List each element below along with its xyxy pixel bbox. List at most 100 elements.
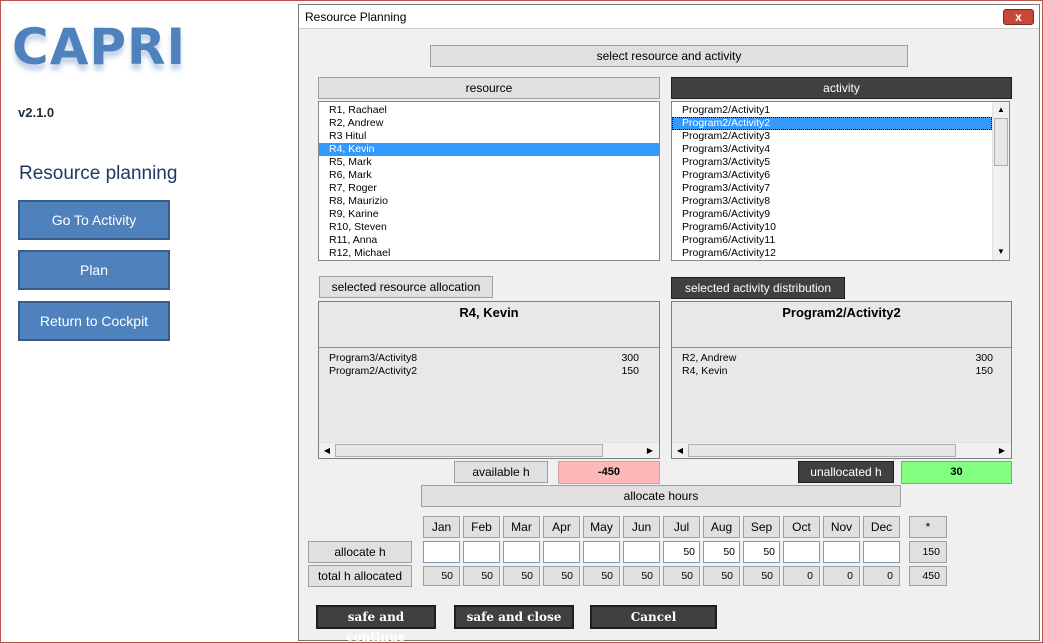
activity-list-item[interactable]: Program3/Activity8: [672, 195, 992, 208]
scroll-right-icon[interactable]: ▶: [643, 444, 657, 458]
scroll-left-icon[interactable]: ◀: [320, 444, 334, 458]
list-item: R2, Andrew: [682, 352, 737, 364]
allocate-input[interactable]: 50: [663, 541, 700, 563]
resource-allocation-hscrollbar[interactable]: ◀ ▶: [319, 442, 659, 458]
capri-logo: CAPRI: [12, 18, 187, 76]
resource-list-item[interactable]: R10, Steven: [319, 221, 659, 234]
resource-list-item[interactable]: R2, Andrew: [319, 117, 659, 130]
scroll-down-icon[interactable]: ▼: [994, 245, 1008, 259]
activity-list-item[interactable]: Program3/Activity6: [672, 169, 992, 182]
activity-list-item[interactable]: Program6/Activity12: [672, 247, 992, 260]
dialog-titlebar: Resource Planning x: [299, 5, 1039, 29]
total-allocated-cell: 0: [823, 566, 860, 586]
total-allocated-cell: 50: [423, 566, 460, 586]
total-allocated-cell: 0: [783, 566, 820, 586]
resource-list-item[interactable]: R7, Roger: [319, 182, 659, 195]
resource-list-item[interactable]: R3 Hitul: [319, 130, 659, 143]
activity-header: activity: [671, 77, 1012, 99]
resource-list-item[interactable]: R12, Michael: [319, 247, 659, 260]
safe-and-close-button[interactable]: safe and close: [454, 605, 574, 629]
total-allocated-cell: 50: [503, 566, 540, 586]
resource-header: resource: [318, 77, 660, 99]
activity-list-item[interactable]: Program2/Activity2: [672, 117, 992, 130]
total-allocated-cell: 50: [743, 566, 780, 586]
allocate-h-label: allocate h: [308, 541, 412, 563]
activity-distribution-panel: Program2/Activity2 R2, Andrew 300 R4, Ke…: [671, 301, 1012, 459]
resource-listbox[interactable]: R1, Rachael R2, Andrew R3 Hitul R4, Kevin R5…: [318, 101, 660, 261]
available-hours-label: available h: [454, 461, 548, 483]
month-header: Jul: [663, 516, 700, 538]
allocate-input[interactable]: [583, 541, 620, 563]
allocate-input[interactable]: [823, 541, 860, 563]
page-title: Resource planning: [19, 163, 178, 184]
activity-list-item[interactable]: Program3/Activity5: [672, 156, 992, 169]
scroll-thumb[interactable]: [335, 444, 603, 457]
total-allocated-cell: 50: [463, 566, 500, 586]
activity-list-item[interactable]: Program6/Activity11: [672, 234, 992, 247]
total-allocated-cell: 50: [543, 566, 580, 586]
month-header: Dec: [863, 516, 900, 538]
dialog-title: Resource Planning: [305, 10, 407, 24]
month-header: Aug: [703, 516, 740, 538]
activity-list-item[interactable]: Program6/Activity9: [672, 208, 992, 221]
select-resource-activity-header: select resource and activity: [430, 45, 908, 67]
selected-resource-name: R4, Kevin: [319, 302, 659, 348]
month-header: May: [583, 516, 620, 538]
safe-and-continue-button[interactable]: safe and continue: [316, 605, 436, 643]
scroll-thumb[interactable]: [688, 444, 956, 457]
allocate-input[interactable]: [503, 541, 540, 563]
total-allocated-cell: 0: [863, 566, 900, 586]
resource-allocation-panel: R4, Kevin Program3/Activity8 300 Program…: [318, 301, 660, 459]
month-header: Jun: [623, 516, 660, 538]
version-label: v2.1.0: [18, 105, 55, 120]
available-hours-value: -450: [558, 461, 660, 484]
activity-listbox[interactable]: Program2/Activity1 Program2/Activity2 Prog…: [671, 101, 1010, 261]
allocate-input[interactable]: 50: [743, 541, 780, 563]
resource-list-item[interactable]: R6, Mark: [319, 169, 659, 182]
resource-list-item[interactable]: R8, Maurizio: [319, 195, 659, 208]
scroll-right-icon[interactable]: ▶: [995, 444, 1009, 458]
list-item: Program2/Activity2: [329, 365, 418, 377]
activity-list-item[interactable]: Program3/Activity7: [672, 182, 992, 195]
total-allocated-cell: 50: [583, 566, 620, 586]
resource-list-item[interactable]: R4, Kevin: [319, 143, 659, 156]
allocation-hours: 150: [621, 365, 639, 377]
activity-list-item[interactable]: Program2/Activity1: [672, 104, 992, 117]
allocate-input[interactable]: [423, 541, 460, 563]
allocate-input[interactable]: [783, 541, 820, 563]
allocate-input[interactable]: 50: [703, 541, 740, 563]
allocate-input[interactable]: [463, 541, 500, 563]
close-icon: x: [1015, 10, 1022, 24]
total-allocated-cell: 50: [663, 566, 700, 586]
return-to-cockpit-button[interactable]: Return to Cockpit: [18, 301, 170, 341]
selected-resource-allocation-label: selected resource allocation: [319, 276, 493, 298]
activity-distribution-hscrollbar[interactable]: ◀ ▶: [672, 442, 1011, 458]
allocate-input[interactable]: [863, 541, 900, 563]
resource-list-item[interactable]: R1, Rachael: [319, 104, 659, 117]
allocate-hours-header: allocate hours: [421, 485, 901, 507]
activity-list-scrollbar[interactable]: ▲ ▼: [992, 102, 1009, 260]
allocate-input[interactable]: [623, 541, 660, 563]
activity-list-item[interactable]: Program3/Activity4: [672, 143, 992, 156]
allocate-input[interactable]: [543, 541, 580, 563]
scroll-up-icon[interactable]: ▲: [994, 103, 1008, 117]
unallocated-hours-value: 30: [901, 461, 1012, 484]
cancel-button[interactable]: Cancel: [590, 605, 717, 629]
total-h-allocated-label: total h allocated: [308, 565, 412, 587]
activity-list-item[interactable]: Program6/Activity10: [672, 221, 992, 234]
resource-list-item[interactable]: R9, Karine: [319, 208, 659, 221]
resource-planning-dialog: Resource Planning x select resource and …: [298, 4, 1040, 643]
month-header: Oct: [783, 516, 820, 538]
plan-button[interactable]: Plan: [18, 250, 170, 290]
total-allocated-total-cell: 450: [909, 566, 947, 586]
scroll-thumb[interactable]: [994, 118, 1008, 166]
list-item: R4, Kevin: [682, 365, 728, 377]
close-button[interactable]: x: [1003, 9, 1034, 25]
go-to-activity-button[interactable]: Go To Activity: [18, 200, 170, 240]
allocate-total-cell: 150: [909, 541, 947, 563]
month-header: Feb: [463, 516, 500, 538]
activity-list-item[interactable]: Program2/Activity3: [672, 130, 992, 143]
resource-list-item[interactable]: R11, Anna: [319, 234, 659, 247]
scroll-left-icon[interactable]: ◀: [673, 444, 687, 458]
resource-list-item[interactable]: R5, Mark: [319, 156, 659, 169]
